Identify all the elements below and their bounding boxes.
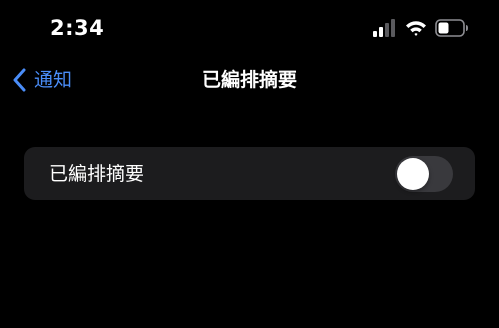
scheduled-summary-label: 已編排摘要 — [49, 162, 145, 185]
toggle-knob — [397, 157, 429, 190]
scheduled-summary-toggle[interactable] — [395, 155, 453, 192]
status-icons — [373, 18, 469, 38]
battery-icon — [435, 19, 468, 37]
settings-screen: 2:34 通知 已編排摘要 已編排摘要 — [0, 0, 499, 328]
settings-group: 已編排摘要 — [24, 147, 475, 200]
cellular-signal-icon — [373, 19, 395, 37]
status-time: 2:34 — [50, 16, 105, 40]
page-title: 已編排摘要 — [201, 69, 297, 91]
wifi-icon — [406, 21, 426, 36]
